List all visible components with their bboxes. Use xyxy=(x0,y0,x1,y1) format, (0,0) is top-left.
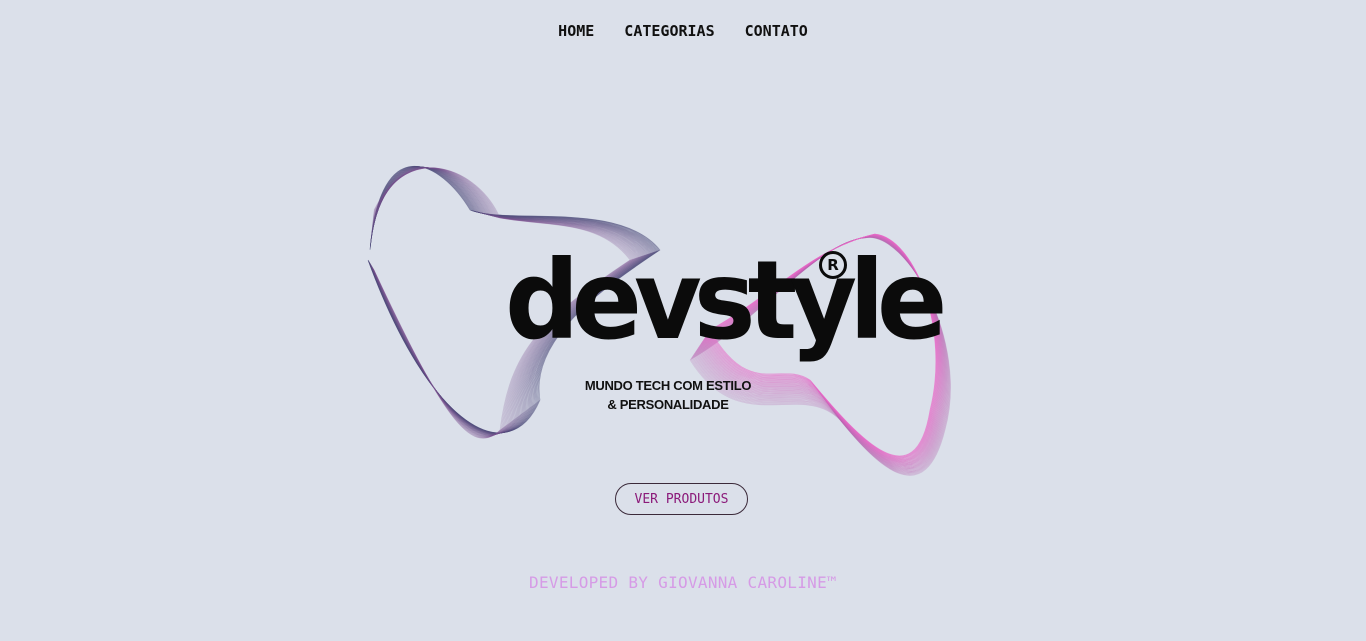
registered-icon: R xyxy=(819,251,847,279)
logo-tagline: MUNDO TECH COM ESTILO & PERSONALIDADE xyxy=(540,376,796,414)
tagline-line-2: & PERSONALIDADE xyxy=(607,397,729,412)
nav-contato-link[interactable]: CONTATO xyxy=(745,22,808,40)
nav-categorias-link[interactable]: CATEGORIAS xyxy=(624,22,714,40)
main-nav: HOME CATEGORIAS CONTATO xyxy=(0,22,1366,40)
tagline-line-1: MUNDO TECH COM ESTILO xyxy=(584,378,752,393)
footer-credit: DEVELOPED BY GIOVANNA CAROLINE™ xyxy=(529,573,837,592)
ver-produtos-button[interactable]: VER PRODUTOS xyxy=(615,483,748,515)
nav-home-link[interactable]: HOME xyxy=(558,22,594,40)
logo-wordmark: devstyle xyxy=(505,235,947,365)
hero-logo-area: devstyle R MUNDO TECH COM ESTILO & PERSO… xyxy=(360,140,960,510)
